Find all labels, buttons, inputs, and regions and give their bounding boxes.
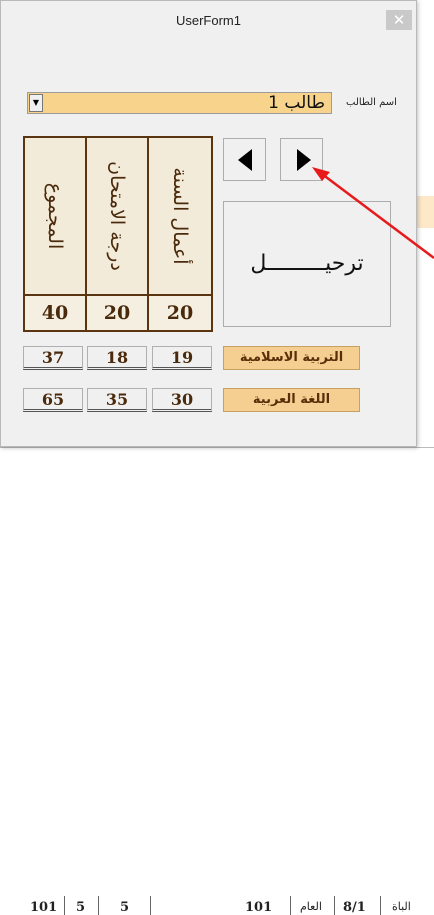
previous-record-button[interactable] xyxy=(223,138,266,181)
subject-2-year-work[interactable]: 30 xyxy=(152,388,212,412)
window-title: UserForm1 xyxy=(175,13,241,28)
subject-1-total[interactable]: 37 xyxy=(23,346,83,370)
subject-1-year-work[interactable]: 19 xyxy=(152,346,212,370)
subject-1-exam[interactable]: 18 xyxy=(87,346,147,370)
header-year-work: أعمال السنة xyxy=(149,138,211,294)
subject-2-total[interactable]: 65 xyxy=(23,388,83,412)
header-exam-label: درجة الامتحان xyxy=(106,161,128,271)
userform-window: UserForm1 ✕ اسم الطالب ▼ طالب 1 المجموع … xyxy=(0,0,417,447)
right-triangle-icon xyxy=(297,149,311,171)
next-record-button[interactable] xyxy=(280,138,323,181)
sheet-cell: الباة xyxy=(392,900,411,913)
chevron-down-icon: ▼ xyxy=(32,98,40,107)
sheet-cell: 5 xyxy=(76,900,86,915)
sheet-cell: العام xyxy=(300,900,322,913)
subject-2-exam[interactable]: 35 xyxy=(87,388,147,412)
subject-2-label: اللغة العربية xyxy=(223,388,360,412)
student-name-value: طالب 1 xyxy=(268,93,325,113)
close-button[interactable]: ✕ xyxy=(386,10,412,30)
sheet-divider xyxy=(290,896,291,915)
max-year-work: 20 xyxy=(166,302,194,324)
grade-header-panel: المجموع درجة الامتحان أعمال السنة 40 20 … xyxy=(23,136,213,332)
student-name-combobox[interactable]: ▼ طالب 1 xyxy=(27,92,332,114)
max-exam: 20 xyxy=(87,296,149,330)
title-bar[interactable]: UserForm1 ✕ xyxy=(1,1,416,39)
sheet-divider xyxy=(380,896,381,915)
transfer-button[interactable]: ترحيـــــــــل xyxy=(223,201,391,327)
sheet-divider xyxy=(98,896,99,915)
sheet-cell: 101 xyxy=(245,900,273,915)
sheet-cell: 101 xyxy=(30,900,58,915)
sheet-cell: 8/1 xyxy=(343,900,366,915)
left-triangle-icon xyxy=(238,149,252,171)
background-sheet-bottom: 101 5 5 101 العام 8/1 الباة xyxy=(0,447,434,915)
close-icon: ✕ xyxy=(392,11,406,29)
header-total: المجموع xyxy=(25,138,87,294)
subject-1-label: التربية الاسلامية xyxy=(223,346,360,370)
header-year-work-label: أعمال السنة xyxy=(169,167,191,265)
student-name-label: اسم الطالب xyxy=(346,97,397,108)
sheet-divider xyxy=(64,896,65,915)
header-exam: درجة الامتحان xyxy=(87,138,149,294)
sheet-divider xyxy=(334,896,335,915)
sheet-divider xyxy=(150,896,151,915)
max-total: 40 xyxy=(25,296,87,330)
sheet-cell: 5 xyxy=(120,900,130,915)
header-total-label: المجموع xyxy=(44,182,66,250)
dropdown-button[interactable]: ▼ xyxy=(29,94,43,112)
